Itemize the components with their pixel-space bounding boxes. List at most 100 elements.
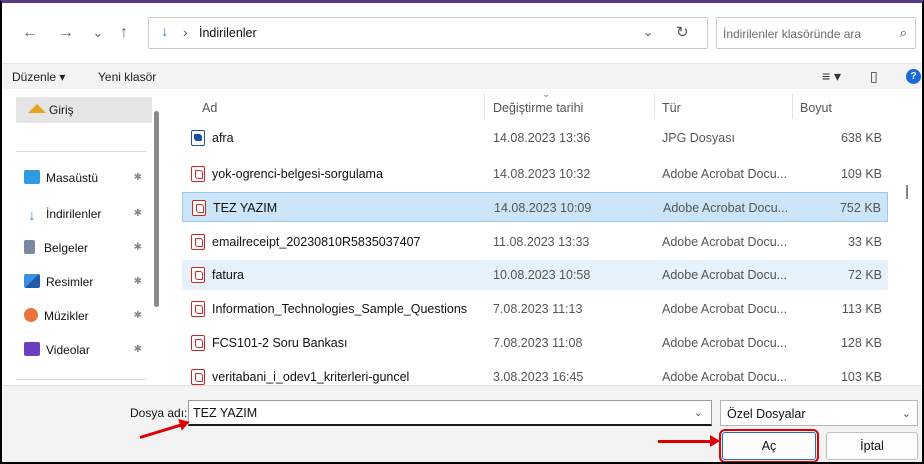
pin-icon[interactable]: ✱	[134, 235, 142, 261]
organize-button[interactable]: Düzenle ▾	[12, 70, 65, 84]
cancel-button[interactable]: İptal	[826, 432, 918, 460]
file-size: 752 KB	[839, 201, 881, 215]
pin-icon[interactable]: ✱	[134, 165, 142, 191]
sort-indicator-icon: ⌄	[542, 89, 551, 100]
sidebar-item-label: Masaüstü	[46, 171, 99, 185]
file-size: 128 KB	[840, 336, 882, 350]
sidebar-item-label: Belgeler	[44, 241, 89, 255]
refresh-icon[interactable]: ↻	[676, 23, 689, 41]
forward-arrow-icon[interactable]: →	[56, 23, 76, 43]
help-icon[interactable]: ?	[906, 69, 921, 84]
file-name: afra	[212, 131, 234, 145]
sidebar-item-downloads[interactable]: ↓ İndirilenler ✱	[24, 201, 154, 227]
file-name: Information_Technologies_Sample_Question…	[212, 302, 468, 316]
file-name: fatura	[212, 268, 244, 282]
pdf-file-icon	[191, 369, 205, 385]
file-name: FCS101-2 Soru Bankası	[212, 336, 348, 350]
search-placeholder[interactable]: İndirilenler klasöründe ara	[723, 27, 861, 41]
filename-field[interactable]: ⌄	[188, 400, 712, 426]
file-date: 14.08.2023 13:36	[493, 131, 591, 145]
file-row[interactable]: afra 14.08.2023 13:36 JPG Dosyası 638 KB	[182, 123, 888, 153]
pdf-file-icon	[192, 200, 206, 216]
column-header-size[interactable]: Boyut	[800, 101, 832, 115]
pin-icon[interactable]: ✱	[134, 201, 142, 227]
column-header-type[interactable]: Tür	[662, 101, 681, 115]
column-header-name[interactable]: Ad	[202, 101, 217, 115]
file-size: 33 KB	[847, 235, 882, 249]
new-folder-button[interactable]: Yeni klasör	[98, 70, 156, 84]
download-icon: ↓	[28, 207, 36, 223]
sidebar-scrollbar[interactable]	[154, 111, 159, 307]
sidebar-item-documents[interactable]: Belgeler ✱	[24, 235, 154, 261]
file-type-filter[interactable]: Özel Dosyalar ⌄	[720, 400, 918, 426]
pdf-file-icon	[191, 267, 205, 283]
sidebar-item-videos[interactable]: Videolar ✱	[24, 337, 154, 363]
sidebar-divider	[16, 151, 146, 152]
sidebar-item-pictures[interactable]: Resimler ✱	[24, 269, 154, 295]
chevron-down-icon[interactable]: ⌄	[694, 406, 703, 419]
file-row[interactable]: Information_Technologies_Sample_Question…	[182, 294, 888, 324]
command-bar: Düzenle ▾ Yeni klasör ≡ ▾ ▯ ?	[2, 63, 922, 89]
file-type: Adobe Acrobat Docu...	[662, 302, 788, 316]
file-size: 109 KB	[840, 167, 882, 181]
file-type: Adobe Acrobat Docu...	[662, 370, 788, 384]
file-date: 14.08.2023 10:32	[493, 167, 591, 181]
pin-icon[interactable]: ✱	[134, 303, 142, 329]
pdf-file-icon	[191, 335, 205, 351]
file-row[interactable]: veritabani_i_odev1_kriterleri-guncel 3.0…	[182, 362, 888, 385]
sidebar-item-label: Resimler	[46, 275, 94, 289]
music-icon	[24, 308, 38, 322]
address-bar[interactable]: ↓ › İndirilenler ⌄ ↻	[148, 17, 708, 49]
preview-pane-icon[interactable]: ▯	[870, 68, 878, 85]
navigation-bar: ← → ⌄ ↑ ↓ › İndirilenler ⌄ ↻ İndirilenle…	[2, 3, 922, 61]
recent-locations-icon[interactable]: ⌄	[88, 23, 108, 43]
filename-input[interactable]	[193, 404, 683, 422]
file-row[interactable]: emailreceipt_20230810R5835037407 11.08.2…	[182, 227, 888, 257]
file-size: 72 KB	[847, 268, 882, 282]
column-separator[interactable]	[654, 93, 655, 119]
column-header-date[interactable]: Değiştirme tarihi	[493, 101, 583, 115]
file-type: Adobe Acrobat Docu...	[662, 336, 788, 350]
search-icon[interactable]: ⌕	[900, 25, 907, 41]
file-date: 3.08.2023 16:45	[493, 370, 584, 384]
pin-icon[interactable]: ✱	[134, 337, 142, 363]
sidebar-item-label: Giriş	[49, 103, 74, 117]
open-button[interactable]: Aç	[719, 429, 819, 462]
file-name: TEZ YAZIM	[213, 201, 278, 215]
file-date: 7.08.2023 11:08	[493, 336, 583, 350]
file-type: Adobe Acrobat Docu...	[662, 235, 788, 249]
sidebar-item-music[interactable]: Müzikler ✱	[24, 303, 154, 329]
list-scrollbar[interactable]	[906, 185, 908, 199]
sidebar-item-home[interactable]: Giriş	[16, 97, 152, 123]
image-file-icon	[191, 130, 205, 146]
file-row[interactable]: FCS101-2 Soru Bankası 7.08.2023 11:08 Ad…	[182, 328, 888, 358]
chevron-down-icon[interactable]: ⌄	[902, 407, 911, 420]
file-name: emailreceipt_20230810R5835037407	[212, 235, 421, 249]
pin-icon[interactable]: ✱	[134, 269, 142, 295]
file-type: Adobe Acrobat Docu...	[663, 201, 789, 215]
file-row[interactable]: yok-ogrenci-belgesi-sorgulama 14.08.2023…	[182, 159, 888, 189]
breadcrumb-location[interactable]: İndirilenler	[199, 26, 257, 40]
pdf-file-icon	[191, 301, 205, 317]
breadcrumb-chevron-icon[interactable]: ›	[183, 24, 188, 40]
up-arrow-icon[interactable]: ↑	[114, 23, 134, 43]
file-date: 11.08.2023 13:33	[493, 235, 590, 249]
view-options-icon[interactable]: ≡ ▾	[822, 68, 841, 85]
file-row[interactable]: fatura 10.08.2023 10:58 Adobe Acrobat Do…	[182, 260, 888, 290]
file-row-selected[interactable]: TEZ YAZIM 14.08.2023 10:09 Adobe Acrobat…	[182, 192, 888, 222]
address-dropdown-icon[interactable]: ⌄	[643, 25, 653, 39]
file-name: veritabani_i_odev1_kriterleri-guncel	[212, 370, 410, 384]
column-separator[interactable]	[792, 93, 793, 119]
annotation-arrow	[658, 435, 720, 447]
file-date: 7.08.2023 11:13	[493, 302, 583, 316]
column-separator[interactable]	[484, 93, 485, 119]
sidebar-item-desktop[interactable]: Masaüstü ✱	[24, 165, 154, 191]
sidebar-item-label: Videolar	[46, 343, 90, 357]
search-box[interactable]: İndirilenler klasöründe ara ⌕	[716, 17, 916, 49]
file-size: 113 KB	[841, 302, 882, 316]
back-arrow-icon[interactable]: ←	[20, 23, 40, 43]
file-type-filter-value: Özel Dosyalar	[727, 407, 806, 421]
file-name: yok-ogrenci-belgesi-sorgulama	[212, 167, 383, 181]
pdf-file-icon	[191, 166, 205, 182]
file-date: 14.08.2023 10:09	[494, 201, 592, 215]
